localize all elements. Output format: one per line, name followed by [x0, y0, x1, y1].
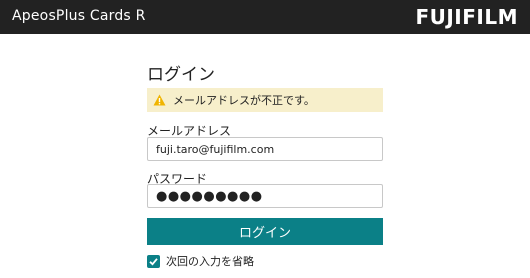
warning-icon — [153, 94, 166, 106]
password-field[interactable]: ●●●●●●●●● — [147, 184, 383, 208]
checkmark-icon — [149, 257, 158, 266]
login-button[interactable]: ログイン — [147, 218, 383, 245]
email-field[interactable]: fuji.taro@fujifilm.com — [147, 137, 383, 161]
app-title: ApeosPlus Cards R — [12, 8, 146, 24]
remember-checkbox[interactable] — [147, 254, 160, 268]
error-alert: メールアドレスが不正です。 — [147, 88, 383, 112]
remember-label: 次回の入力を省略 — [166, 255, 254, 268]
login-button-label: ログイン — [238, 226, 291, 241]
password-value: ●●●●●●●●● — [156, 188, 263, 204]
fujifilm-logo: FUJIFILM — [415, 5, 518, 29]
page-title: ログイン — [147, 65, 215, 85]
alert-message: メールアドレスが不正です。 — [173, 94, 315, 107]
remember-option[interactable]: 次回の入力を省略 — [147, 253, 254, 269]
email-value: fuji.taro@fujifilm.com — [156, 142, 275, 156]
top-bar: ApeosPlus Cards R FUJIFILM — [0, 0, 530, 34]
